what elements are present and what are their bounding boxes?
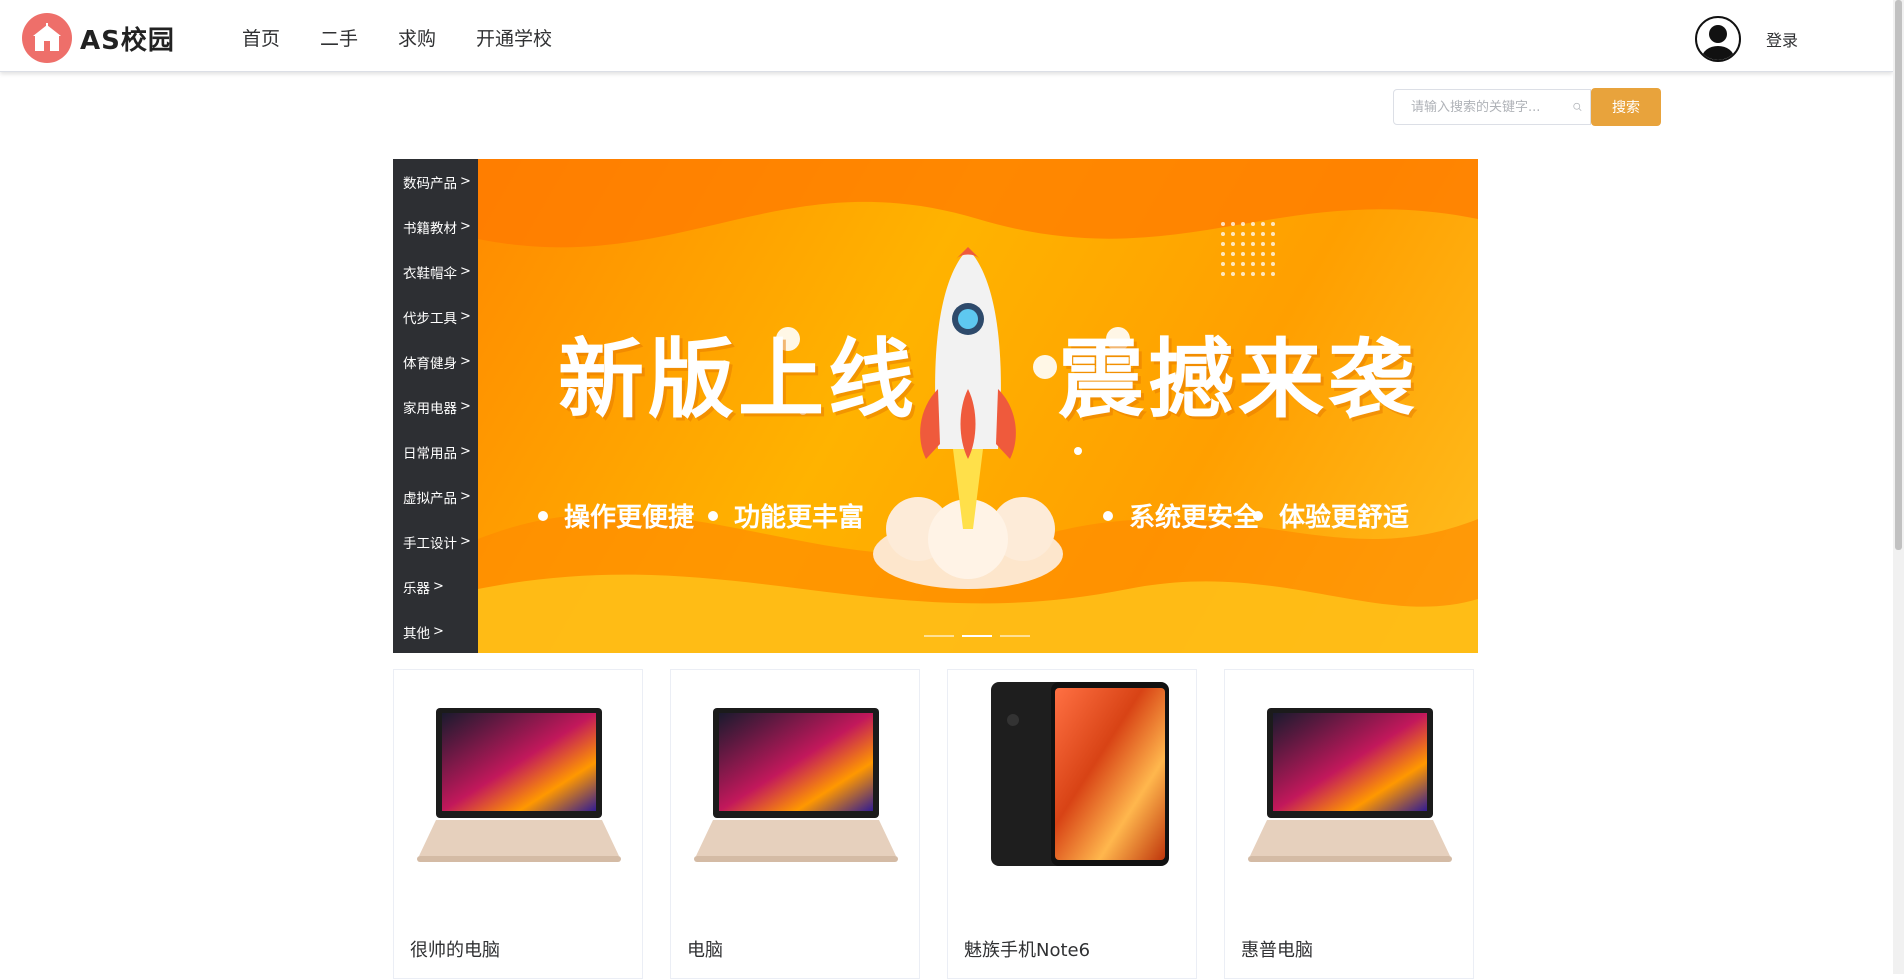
nav-wanted[interactable]: 求购 xyxy=(398,24,436,51)
category-digital[interactable]: 数码产品 > xyxy=(393,159,478,204)
category-clothing[interactable]: 衣鞋帽伞 > xyxy=(393,249,478,294)
chevron-right-icon: > xyxy=(460,354,471,369)
banner-carousel[interactable]: 新版上线 震撼来袭 操作更便捷 功能更丰富 系统更安全 体验更舒适 xyxy=(478,159,1478,653)
banner-feature: 操作更便捷 xyxy=(538,497,694,534)
carousel-indicator-3[interactable] xyxy=(1000,635,1030,637)
product-grid: 很帅的电脑 电脑 魅族手机Note6 惠普电脑 xyxy=(393,669,1501,979)
laptop-image xyxy=(417,708,621,862)
category-label: 其他 xyxy=(403,625,430,642)
carousel-indicator-2[interactable] xyxy=(962,635,992,637)
category-label: 衣鞋帽伞 xyxy=(403,265,457,282)
category-label: 乐器 xyxy=(403,580,430,597)
banner-title-right: 震撼来袭 xyxy=(1058,330,1418,430)
product-name[interactable]: 惠普电脑 xyxy=(1241,936,1313,962)
banner-feature: 系统更安全 xyxy=(1103,497,1259,534)
product-card[interactable]: 很帅的电脑 xyxy=(393,669,643,979)
phone-image xyxy=(991,682,1169,866)
chevron-right-icon: > xyxy=(460,489,471,504)
search-bar: 搜索 xyxy=(1393,88,1661,126)
laptop-image xyxy=(1248,708,1452,862)
site-logo[interactable]: AS校园 xyxy=(22,13,175,63)
page-scrollbar[interactable] xyxy=(1893,0,1904,974)
category-sidebar: 数码产品 > 书籍教材 > 衣鞋帽伞 > 代步工具 > 体育健身 > 家用电器 > 日常用品… xyxy=(393,159,478,653)
product-card[interactable]: 魅族手机Note6 xyxy=(947,669,1197,979)
chevron-right-icon: > xyxy=(433,579,444,594)
category-appliances[interactable]: 家用电器 > xyxy=(393,384,478,429)
chevron-right-icon: > xyxy=(460,264,471,279)
user-area: 登录 xyxy=(1695,16,1798,62)
chevron-right-icon: > xyxy=(460,444,471,459)
school-icon xyxy=(22,13,72,63)
category-instruments[interactable]: 乐器 > xyxy=(393,564,478,609)
product-card[interactable]: 惠普电脑 xyxy=(1224,669,1474,979)
banner-feature: 体验更舒适 xyxy=(1253,497,1409,534)
logo-text: AS校园 xyxy=(80,25,175,56)
category-transport[interactable]: 代步工具 > xyxy=(393,294,478,339)
search-input[interactable] xyxy=(1409,98,1573,116)
laptop-image xyxy=(694,708,898,862)
main-nav: 首页 二手 求购 开通学校 xyxy=(242,24,592,51)
banner-feature-label: 体验更舒适 xyxy=(1279,503,1410,533)
product-name[interactable]: 魅族手机Note6 xyxy=(964,936,1090,962)
banner-feature-label: 系统更安全 xyxy=(1129,503,1260,533)
category-other[interactable]: 其他 > xyxy=(393,609,478,654)
chevron-right-icon: > xyxy=(460,174,471,189)
nav-home[interactable]: 首页 xyxy=(242,24,280,51)
banner-feature-label: 功能更丰富 xyxy=(734,503,865,533)
category-label: 虚拟产品 xyxy=(403,490,457,507)
chevron-right-icon: > xyxy=(433,624,444,639)
chevron-right-icon: > xyxy=(460,309,471,324)
chevron-right-icon: > xyxy=(460,219,471,234)
chevron-right-icon: > xyxy=(460,534,471,549)
nav-open-school[interactable]: 开通学校 xyxy=(476,24,552,51)
product-name[interactable]: 很帅的电脑 xyxy=(410,936,500,962)
category-label: 体育健身 xyxy=(403,355,457,372)
category-label: 代步工具 xyxy=(403,310,457,327)
scrollbar-thumb[interactable] xyxy=(1895,0,1902,550)
category-virtual[interactable]: 虚拟产品 > xyxy=(393,474,478,519)
avatar-icon[interactable] xyxy=(1695,16,1741,62)
category-daily[interactable]: 日常用品 > xyxy=(393,429,478,474)
category-books[interactable]: 书籍教材 > xyxy=(393,204,478,249)
login-link[interactable]: 登录 xyxy=(1766,27,1798,51)
nav-secondhand[interactable]: 二手 xyxy=(320,24,358,51)
category-label: 书籍教材 xyxy=(403,220,457,237)
chevron-right-icon: > xyxy=(460,399,471,414)
carousel-indicators xyxy=(924,635,1038,637)
product-card[interactable]: 电脑 xyxy=(670,669,920,979)
product-name[interactable]: 电脑 xyxy=(687,936,723,962)
banner-title-left: 新版上线 xyxy=(558,330,918,430)
search-button[interactable]: 搜索 xyxy=(1591,88,1661,126)
category-label: 手工设计 xyxy=(403,535,457,552)
category-handmade[interactable]: 手工设计 > xyxy=(393,519,478,564)
banner-feature: 功能更丰富 xyxy=(708,497,864,534)
top-header: AS校园 首页 二手 求购 开通学校 登录 xyxy=(0,0,1893,72)
search-clear-icon xyxy=(1573,102,1582,112)
category-label: 家用电器 xyxy=(403,400,457,417)
category-label: 日常用品 xyxy=(403,445,457,462)
category-label: 数码产品 xyxy=(403,175,457,192)
banner-feature-label: 操作更便捷 xyxy=(564,503,695,533)
carousel-indicator-1[interactable] xyxy=(924,635,954,637)
search-field-wrapper xyxy=(1393,89,1591,125)
category-sports[interactable]: 体育健身 > xyxy=(393,339,478,384)
